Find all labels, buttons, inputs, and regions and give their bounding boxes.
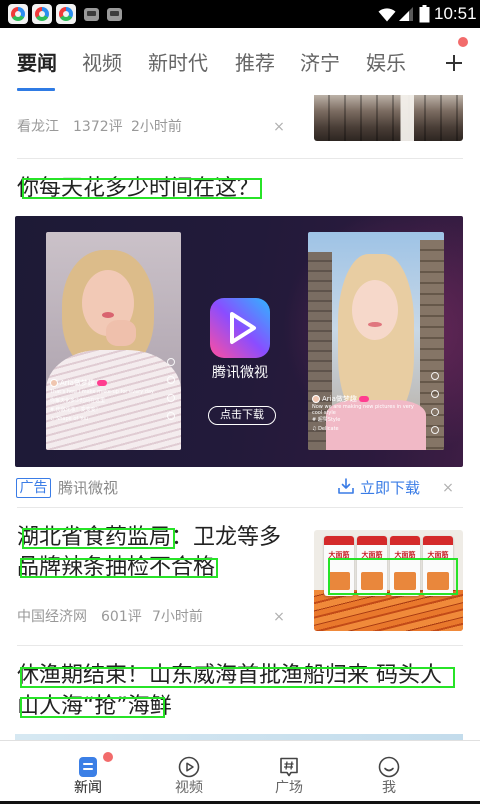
download-now-label: 立即下载 xyxy=(360,479,421,497)
download-icon xyxy=(337,477,355,499)
nav-label: 广场 xyxy=(275,780,303,796)
share-icon xyxy=(431,426,439,434)
ad-video-preview-left: Aria做梦趣 That's how I make make-up for ev… xyxy=(46,232,181,450)
dismiss-button[interactable]: × xyxy=(440,479,456,497)
dismiss-button[interactable]: × xyxy=(271,118,287,136)
heart-icon xyxy=(167,376,175,384)
nav-news-badge xyxy=(103,752,113,762)
avatar-icon xyxy=(167,358,175,366)
nav-item-video[interactable]: 视频 xyxy=(149,741,229,801)
message-icon xyxy=(84,8,99,21)
dismiss-button[interactable]: × xyxy=(271,608,287,626)
video-caption: Now we are making new pictures in very c… xyxy=(312,404,414,416)
weishi-play-icon xyxy=(210,298,270,358)
share-icon xyxy=(167,412,175,420)
add-channel-badge xyxy=(458,37,468,47)
ad-headline[interactable]: 你每天花多少时间在这？ xyxy=(17,176,463,202)
video-overlay-text: Aria做梦趣 That's how I make make-up for ev… xyxy=(50,378,164,424)
news-source: 看龙江 xyxy=(17,119,59,135)
news-card-partial[interactable]: 看龙江 1372评 2小时前 × xyxy=(0,95,480,158)
ad-download-button[interactable]: 点击下载 xyxy=(208,406,276,425)
news-title-line: 山人海“抢”海鲜 xyxy=(17,694,172,719)
snack-bag: 大面筋 xyxy=(390,536,420,596)
news-comment-count: 601评 xyxy=(101,609,142,625)
nav-label: 新闻 xyxy=(74,780,102,796)
video-overlay-text: Aria做梦趣 Now we are making new pictures i… xyxy=(312,394,424,434)
news-time: 7小时前 xyxy=(152,609,203,625)
news-thumbnail: 大面筋 大面筋 大面筋 大面筋 xyxy=(314,530,463,631)
nav-item-me[interactable]: 我 xyxy=(349,741,429,801)
wifi-icon xyxy=(378,7,396,26)
follow-badge xyxy=(96,380,107,386)
ad-video-preview-right: Aria做梦趣 Now we are making new pictures i… xyxy=(308,232,444,450)
video-caption-cn: 你每天化多少时间在这里 xyxy=(50,398,106,404)
tab-entertainment[interactable]: 娱乐 xyxy=(366,50,406,76)
signal-icon xyxy=(398,6,414,26)
news-icon xyxy=(77,756,99,778)
snack-bag: 大面筋 xyxy=(324,536,354,596)
add-channel-button[interactable] xyxy=(442,51,466,75)
tab-video[interactable]: 视频 xyxy=(82,50,122,76)
tab-headlines[interactable]: 要闻 xyxy=(17,50,57,76)
follow-badge xyxy=(358,396,369,402)
comment-icon xyxy=(431,408,439,416)
video-music: ♫ Delicate xyxy=(312,426,339,432)
ad-advertiser: 腾讯微视 xyxy=(58,479,119,497)
ad-label-badge: 广告 xyxy=(16,478,51,498)
download-now-button[interactable]: 立即下载 xyxy=(337,477,427,499)
bottom-navigation: 新闻 视频 广场 我 xyxy=(0,740,480,801)
battery-icon xyxy=(419,5,430,27)
news-thumbnail xyxy=(314,95,463,141)
status-time: 10:51 xyxy=(434,4,477,23)
channel-tab-bar: 要闻 视频 新时代 推荐 济宁 娱乐 xyxy=(0,28,480,95)
user-avatar xyxy=(50,379,58,387)
video-topic: # 超赞Style xyxy=(312,417,341,423)
news-comment-count: 1372评 xyxy=(73,119,123,135)
ad-creative-image[interactable]: Aria做梦趣 That's how I make make-up for ev… xyxy=(15,216,463,467)
news-source: 中国经济网 xyxy=(17,609,87,625)
message-icon xyxy=(107,8,122,21)
news-card[interactable]: 休渔期结束！山东威海首批渔船归来 码头人 山人海“抢”海鲜 xyxy=(0,646,480,740)
news-title-line: 品牌辣条抽检不合格 xyxy=(17,555,216,580)
nav-label: 视频 xyxy=(175,780,203,796)
app-notification-icon xyxy=(56,4,76,24)
status-bar: 10:51 xyxy=(0,0,480,28)
video-topic: # 伤敌化妆！变变变！ xyxy=(50,407,101,413)
video-music: ♫ Shape of You xyxy=(50,416,89,422)
video-play-icon xyxy=(178,756,200,778)
user-avatar xyxy=(312,395,320,403)
news-title-line: 休渔期结束！山东威海首批渔船归来 码头人 xyxy=(17,663,442,688)
tab-new-era[interactable]: 新时代 xyxy=(148,50,208,76)
video-caption: That's how I make make-up for every day xyxy=(50,389,154,395)
video-user: Aria做梦趣 xyxy=(60,379,95,387)
news-card[interactable]: 湖北省食药监局：卫龙等多 品牌辣条抽检不合格 大面筋 大面筋 大面筋 大面筋 中… xyxy=(0,508,480,645)
tab-jining[interactable]: 济宁 xyxy=(300,50,340,76)
selected-tab-indicator xyxy=(17,88,55,91)
news-title-line: 湖北省食药监局：卫龙等多 xyxy=(17,525,282,550)
heart-icon xyxy=(431,390,439,398)
video-user: Aria做梦趣 xyxy=(322,395,357,403)
divider xyxy=(17,158,463,159)
square-hashtag-icon xyxy=(278,756,300,778)
profile-smile-icon xyxy=(378,756,400,778)
nav-label: 我 xyxy=(382,780,396,796)
avatar-icon xyxy=(431,372,439,380)
app-notification-icon xyxy=(32,4,52,24)
ad-app-name: 腾讯微视 xyxy=(212,365,268,381)
nav-item-news[interactable]: 新闻 xyxy=(48,741,128,801)
comment-icon xyxy=(167,394,175,402)
snack-bag: 大面筋 xyxy=(423,536,453,596)
nav-item-square[interactable]: 广场 xyxy=(249,741,329,801)
news-time: 2小时前 xyxy=(131,119,182,135)
snack-bag: 大面筋 xyxy=(357,536,387,596)
tab-recommended[interactable]: 推荐 xyxy=(235,50,275,76)
app-notification-icon xyxy=(8,4,28,24)
